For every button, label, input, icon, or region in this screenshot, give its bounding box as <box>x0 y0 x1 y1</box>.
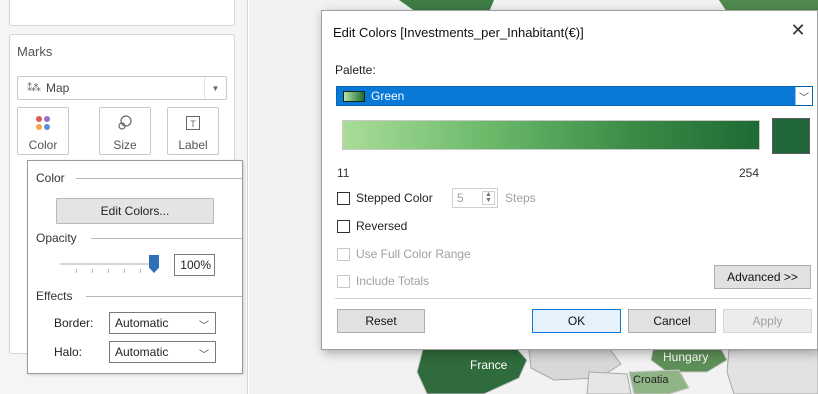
range-max-label: 254 <box>739 166 760 180</box>
map-label-croatia: Croatia <box>633 374 669 386</box>
color-heading-text: Color <box>36 171 65 185</box>
opacity-section-heading: Opacity <box>36 231 242 245</box>
slider-tick <box>92 269 93 273</box>
reversed-checkbox[interactable]: Reversed <box>337 219 407 233</box>
close-icon[interactable]: ✕ <box>788 20 808 41</box>
checkbox-box <box>337 274 350 288</box>
color-gradient-bar[interactable] <box>342 120 760 150</box>
chevron-down-icon: ﹀ <box>199 350 209 361</box>
opacity-heading-text: Opacity <box>36 231 77 245</box>
divider <box>86 296 242 297</box>
filters-card <box>9 0 235 26</box>
edit-colors-button[interactable]: Edit Colors... <box>56 198 214 224</box>
marks-shelf-pane: Marks ⁑⁂ Map ▼ Color Size T Label Color … <box>0 0 248 394</box>
svg-text:T: T <box>190 119 196 129</box>
map-label-france: France <box>470 358 508 372</box>
steps-value: 5 <box>457 191 464 205</box>
checkbox-box <box>337 191 350 205</box>
divider <box>91 238 242 239</box>
country-shape <box>586 371 632 394</box>
mark-type-dropdown[interactable]: ⁑⁂ Map ▼ <box>17 76 227 100</box>
size-button-label: Size <box>113 138 137 152</box>
halo-select[interactable]: Automatic ﹀ <box>109 341 216 363</box>
checkbox-box <box>337 219 350 233</box>
opacity-slider-track[interactable] <box>60 263 156 265</box>
use-full-color-range-label: Use Full Color Range <box>356 247 471 261</box>
border-select[interactable]: Automatic ﹀ <box>109 312 216 334</box>
steps-label: Steps <box>505 191 536 205</box>
halo-select-value: Automatic <box>115 345 169 359</box>
slider-tick <box>76 269 77 273</box>
ok-button[interactable]: OK <box>532 309 621 333</box>
label-button-label: Label <box>178 138 208 152</box>
stepped-color-label: Stepped Color <box>356 191 433 205</box>
chevron-down-icon: ▼ <box>204 77 226 99</box>
slider-tick <box>124 269 125 273</box>
opacity-input[interactable]: 100% <box>174 254 215 276</box>
effects-section-heading: Effects <box>36 289 242 303</box>
border-label: Border: <box>54 316 94 330</box>
edit-colors-dialog: Edit Colors [Investments_per_Inhabitant(… <box>321 10 818 350</box>
divider <box>335 298 812 299</box>
steps-stepper[interactable]: 5 ▲ ▼ <box>452 188 498 208</box>
divider <box>76 178 242 179</box>
spinner-arrows-icon[interactable]: ▲ ▼ <box>482 191 495 205</box>
checkbox-box <box>337 247 350 261</box>
color-button-label: Color <box>28 138 58 152</box>
border-select-value: Automatic <box>115 316 169 330</box>
color-popup: Color Edit Colors... Opacity 100% Effect… <box>27 160 243 374</box>
chevron-down-icon: ﹀ <box>795 87 812 105</box>
include-totals-label: Include Totals <box>356 274 430 288</box>
color-dots-icon <box>18 115 68 131</box>
dialog-title: Edit Colors [Investments_per_Inhabitant(… <box>333 25 584 40</box>
include-totals-checkbox[interactable]: Include Totals <box>337 274 429 288</box>
reversed-label: Reversed <box>356 219 408 233</box>
end-color-swatch[interactable] <box>772 118 810 154</box>
range-min-label: 11 <box>337 166 350 180</box>
slider-tick <box>140 269 141 273</box>
stepped-color-checkbox[interactable]: Stepped Color <box>337 191 433 205</box>
map-icon: ⁑⁂ <box>27 82 41 94</box>
use-full-color-range-checkbox[interactable]: Use Full Color Range <box>337 247 471 261</box>
apply-button[interactable]: Apply <box>723 309 812 333</box>
slider-tick <box>108 269 109 273</box>
palette-select[interactable]: Green ﹀ <box>336 86 813 106</box>
country-shape <box>726 347 818 394</box>
palette-swatch-icon <box>343 90 365 102</box>
opacity-slider-thumb[interactable] <box>149 255 159 273</box>
palette-label: Palette: <box>335 63 376 77</box>
label-mark-button[interactable]: T Label <box>167 107 219 155</box>
cancel-button[interactable]: Cancel <box>628 309 716 333</box>
size-icon <box>100 115 150 131</box>
chevron-down-icon: ﹀ <box>199 321 209 332</box>
advanced-button[interactable]: Advanced >> <box>714 265 811 289</box>
halo-label: Halo: <box>54 345 83 359</box>
effects-heading-text: Effects <box>36 289 73 303</box>
size-mark-button[interactable]: Size <box>99 107 151 155</box>
palette-select-value: Green <box>371 89 405 103</box>
map-label-hungary: Hungary <box>663 350 709 364</box>
marks-title: Marks <box>17 44 53 59</box>
mark-type-label: Map <box>46 81 70 95</box>
color-section-heading: Color <box>36 171 242 185</box>
text-label-icon: T <box>168 115 218 131</box>
reset-button[interactable]: Reset <box>337 309 425 333</box>
color-mark-button[interactable]: Color <box>17 107 69 155</box>
